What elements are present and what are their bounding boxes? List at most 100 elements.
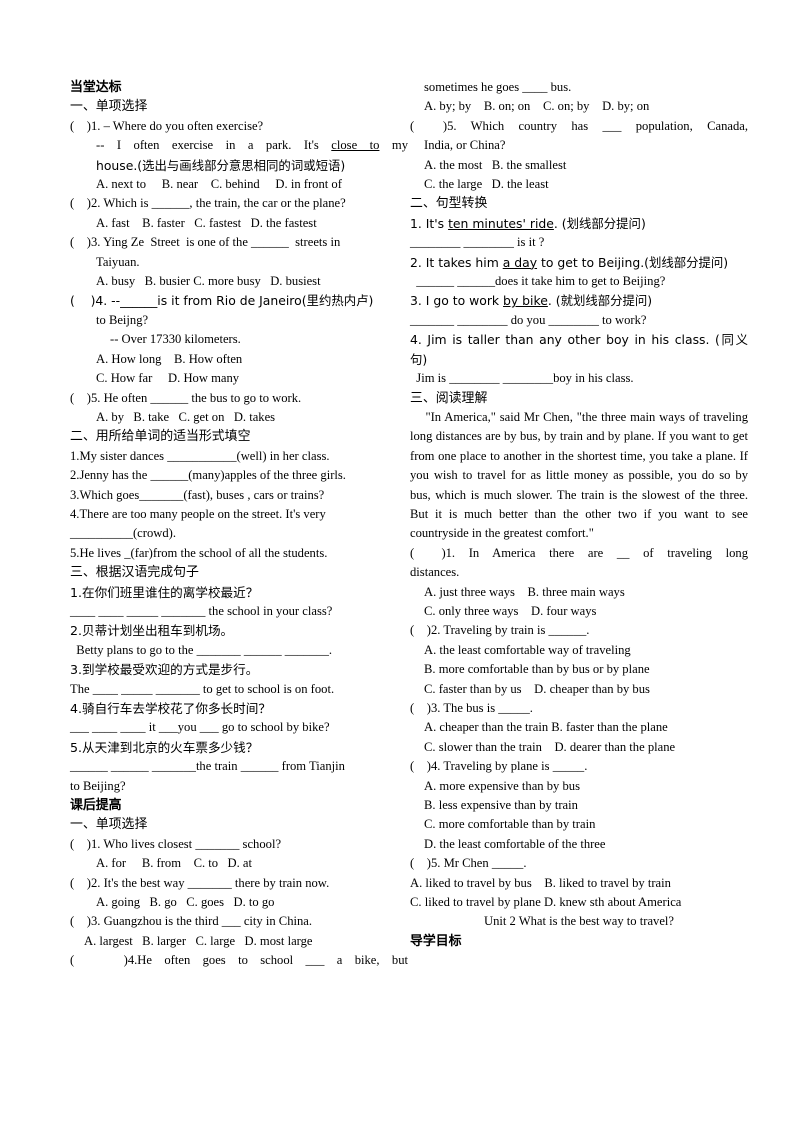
translate-item-4-english: ___ ____ ____ it ___you ___ go to school… [70,720,330,735]
kehou-question-2-options: A. going B. go C. goes D. to go [96,895,275,910]
translate-item-3-chinese: 3.到学校最受欢迎的方式是步行。 [70,662,259,678]
t1-pre: 1. It's [410,215,449,231]
kehou-question-1-options: A. for B. from C. to D. at [96,856,253,871]
part-heading-sentence-transform: 二、句型转换 [410,196,488,212]
reading-question-3-stem: ( )3. The bus is _____. [410,701,533,715]
t3-pre: 3. I go to work [410,293,504,309]
reading-question-3-options-ab: A. cheaper than the train B. faster than… [424,720,668,735]
t2-pre: 2. It takes him [410,254,503,270]
transform-item-3-stem: 3. I go to work by bike. (就划线部分提问) [410,291,748,310]
transform-item-2-answer: ______ ______does it take him to get to … [410,274,666,289]
reading-question-2-options-cd: C. faster than by us D. cheaper than by … [424,681,650,696]
reading-question-2-option-a: A. the least comfortable way of travelin… [424,642,631,657]
t2-post: to get to Beijing.(划线部分提问) [537,254,729,270]
question-3-stem-line2: Taiyuan. [96,254,140,269]
transform-item-4-stem: 4. Jim is taller than any other boy in h… [410,332,748,348]
kehou-question-3-stem: ( )3. Guangzhou is the third ___ city in… [70,914,313,929]
reading-passage: "In America," said Mr Chen, "the three m… [410,409,752,541]
transform-item-1-stem: 1. It's ten minutes' ride. (划线部分提问) [410,214,748,233]
right-column: sometimes he goes ____ bus. A. by; by B.… [410,78,748,951]
part-heading-reading: 三、阅读理解 [410,390,488,406]
translate-item-4-chinese: 4.骑自行车去学校花了你多长时间？ [70,701,271,716]
kehou-question-5-stem-line2: India, or China? [424,138,506,153]
section-heading-dangtang: 当堂达标 [70,80,122,95]
reading-question-4-option-a: A. more expensive than by bus [424,778,580,793]
kehou-question-4-options: A. by; by B. on; on C. on; by D. by; on [424,99,650,114]
section-heading-kehou: 课后提高 [70,798,122,814]
fill-item-2: 2.Jenny has the ______(many)apples of th… [70,468,346,483]
question-5-options: A. by B. take C. get on D. takes [96,409,276,424]
kehou-question-5-options-ab: A. the most B. the smallest [424,157,567,172]
reading-question-1-options-ab: A. just three ways B. three main ways [424,584,625,599]
question-4-stem: ( )4. --______is it from Rio de Janeiro(… [70,293,374,309]
fill-item-1: 1.My sister dances ___________(well) in … [70,448,330,463]
q1-line2-pre: -- I often exercise in a park. It's [96,138,332,153]
question-1-stem-line2: -- I often exercise in a park. It's clos… [70,136,408,155]
question-4-options-ab: A. How long B. How often [96,351,243,366]
question-1-stem-line3: house.(选出与画线部分意思相同的词或短语) [96,157,346,173]
fill-item-4: 4.There are too many people on the stree… [70,506,326,521]
reading-question-2-option-b: B. more comfortable than by bus or by pl… [424,662,650,677]
part-heading-translate: 三、根据汉语完成句子 [70,565,199,581]
translate-item-5-english: ______ ______ _______the train ______ fr… [70,759,345,774]
reading-question-4-stem: ( )4. Traveling by plane is _____. [410,759,588,774]
question-2-stem: ( )2. Which is ______, the train, the ca… [70,196,346,211]
fill-item-5: 5.He lives _(far)from the school of all … [70,545,328,560]
fill-item-4-cont: __________(crowd). [70,526,176,541]
question-4-stem-line3: -- Over 17330 kilometers. [110,332,241,347]
translate-item-5-chinese: 5.从天津到北京的火车票多少钱？ [70,739,259,755]
question-1-options: A. next to B. near C. behind D. in front… [96,177,342,192]
t3-underlined-phrase: by bike [503,293,548,309]
translate-item-1-english: ____ ____ _____ _______ the school in yo… [70,603,333,618]
question-4-stem-line2: to Beijng? [96,312,149,327]
question-2-options: A. fast B. faster C. fastest D. the fast… [96,215,317,230]
q1-underlined-phrase: close to [331,138,380,153]
reading-question-4-option-b: B. less expensive than by train [424,798,578,813]
fill-item-3: 3.Which goes_______(fast), buses , cars … [70,487,325,502]
left-column: 当堂达标 一、单项选择 ( )1. – Where do you often e… [70,78,408,971]
translate-item-5-english-cont: to Beijing? [70,778,126,793]
transform-item-2-stem: 2. It takes him a day to get to Beijing.… [410,253,748,272]
kehou-question-3-options: A. largest B. larger C. large D. most la… [84,933,313,948]
reading-question-3-options-cd: C. slower than the train D. dearer than … [424,739,676,754]
question-1-stem: ( )1. – Where do you often exercise? [70,118,264,133]
kehou-question-1-stem: ( )1. Who lives closest _______ school? [70,836,282,851]
translate-item-1-chinese: 1.在你们班里谁住的离学校最近？ [70,584,259,600]
transform-item-1-answer: ________ ________ is it ? [410,235,545,250]
t1-underlined-phrase: ten minutes' ride [448,215,554,231]
kehou-question-4-stem: ( )4.He often goes to school ___ a bike,… [70,953,408,968]
kehou-question-2-stem: ( )2. It's the best way _______ there by… [70,875,330,890]
reading-question-1-options-cd: C. only three ways D. four ways [424,603,597,618]
worksheet-page: 当堂达标 一、单项选择 ( )1. – Where do you often e… [0,0,794,1123]
translate-item-3-english: The ____ _____ _______ to get to school … [70,681,335,696]
question-3-options: A. busy B. busier C. more busy D. busies… [96,274,321,289]
reading-question-5-stem: ( )5. Mr Chen _____. [410,856,527,871]
question-3-stem: ( )3. Ying Ze Street is one of the _____… [70,235,341,250]
reading-question-5-options-ab: A. liked to travel by bus B. liked to tr… [410,875,671,890]
section-heading-daoxue: 导学目标 [410,933,462,949]
transform-item-4-answer: Jim is ________ ________boy in his class… [410,371,634,386]
kehou-question-4-stem-cont: sometimes he goes ____ bus. [424,80,572,94]
t1-post: . (划线部分提问) [553,215,646,231]
transform-item-3-answer: _______ ________ do you ________ to work… [410,312,647,327]
part-heading-danxiang-2: 一、单项选择 [70,817,148,833]
question-4-options-cd: C. How far D. How many [96,371,240,386]
kehou-question-5-options-cd: C. the large D. the least [424,177,549,192]
reading-question-1-stem-line2: distances. [410,565,460,580]
question-5-stem: ( )5. He often ______ the bus to go to w… [70,390,302,405]
reading-question-5-options-cd: C. liked to travel by plane D. knew sth … [410,895,682,910]
q1-line2-post: my [379,138,409,153]
reading-question-1-stem: ( )1. In America there are __ of traveli… [410,545,748,560]
reading-question-2-stem: ( )2. Traveling by train is ______. [410,623,590,638]
translate-item-2-english: Betty plans to go to the _______ ______ … [70,642,333,657]
reading-question-4-option-d: D. the least comfortable of the three [424,836,606,851]
t3-post: . (就划线部分提问) [547,293,653,309]
translate-item-2-chinese: 2.贝蒂计划坐出租车到机场。 [70,623,234,639]
transform-item-4-stem-cont: 句) [410,351,428,367]
t2-underlined-phrase: a day [502,254,538,270]
unit-title: Unit 2 What is the best way to travel? [483,914,675,929]
part-heading-fill-blank: 二、用所给单词的适当形式填空 [70,429,251,445]
reading-question-4-option-c: C. more comfortable than by train [424,817,596,832]
kehou-question-5-stem: ( )5. Which country has ___ population, … [410,118,748,133]
part-heading-danxiang-1: 一、单项选择 [70,99,148,115]
